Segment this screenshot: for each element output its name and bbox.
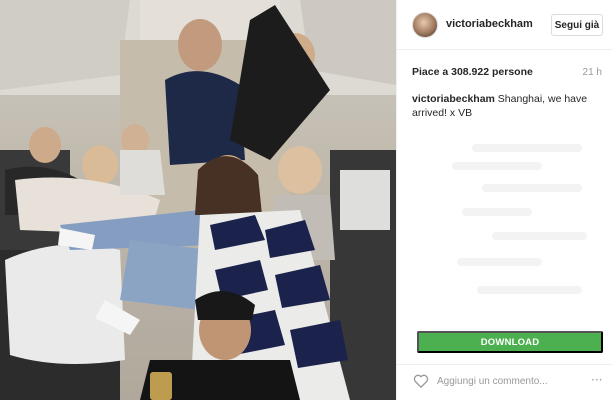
photo-illustration (0, 0, 396, 400)
add-comment-input[interactable] (437, 373, 577, 389)
comment-placeholder-line (482, 184, 582, 192)
comment-placeholder-line (452, 162, 542, 170)
likes-row: Piace a 308.922 persone 21 h (412, 66, 602, 82)
post-side-panel: victoriabeckham Segui già Piace a 308.92… (396, 0, 612, 400)
post-timestamp[interactable]: 21 h (583, 67, 602, 78)
post-photo[interactable] (0, 0, 396, 400)
post-header: victoriabeckham Segui già (397, 0, 612, 50)
comment-placeholder-line (462, 208, 532, 216)
post-author-username[interactable]: victoriabeckham (446, 18, 533, 30)
download-button[interactable]: DOWNLOAD (417, 331, 603, 353)
likes-count[interactable]: Piace a 308.922 persone (412, 66, 533, 78)
comment-bar: ··· (397, 364, 612, 400)
post-caption: victoriabeckham Shanghai, we have arrive… (412, 92, 602, 120)
comment-placeholder-line (477, 286, 582, 294)
more-options-icon[interactable]: ··· (591, 373, 602, 387)
comment-placeholder-line (472, 144, 582, 152)
avatar[interactable] (412, 12, 438, 38)
comment-placeholder-line (457, 258, 542, 266)
heart-icon[interactable] (413, 373, 429, 388)
comment-placeholder-line (492, 232, 587, 240)
caption-username[interactable]: victoriabeckham (412, 93, 495, 105)
comments-area (412, 136, 602, 316)
following-button[interactable]: Segui già (551, 14, 603, 36)
